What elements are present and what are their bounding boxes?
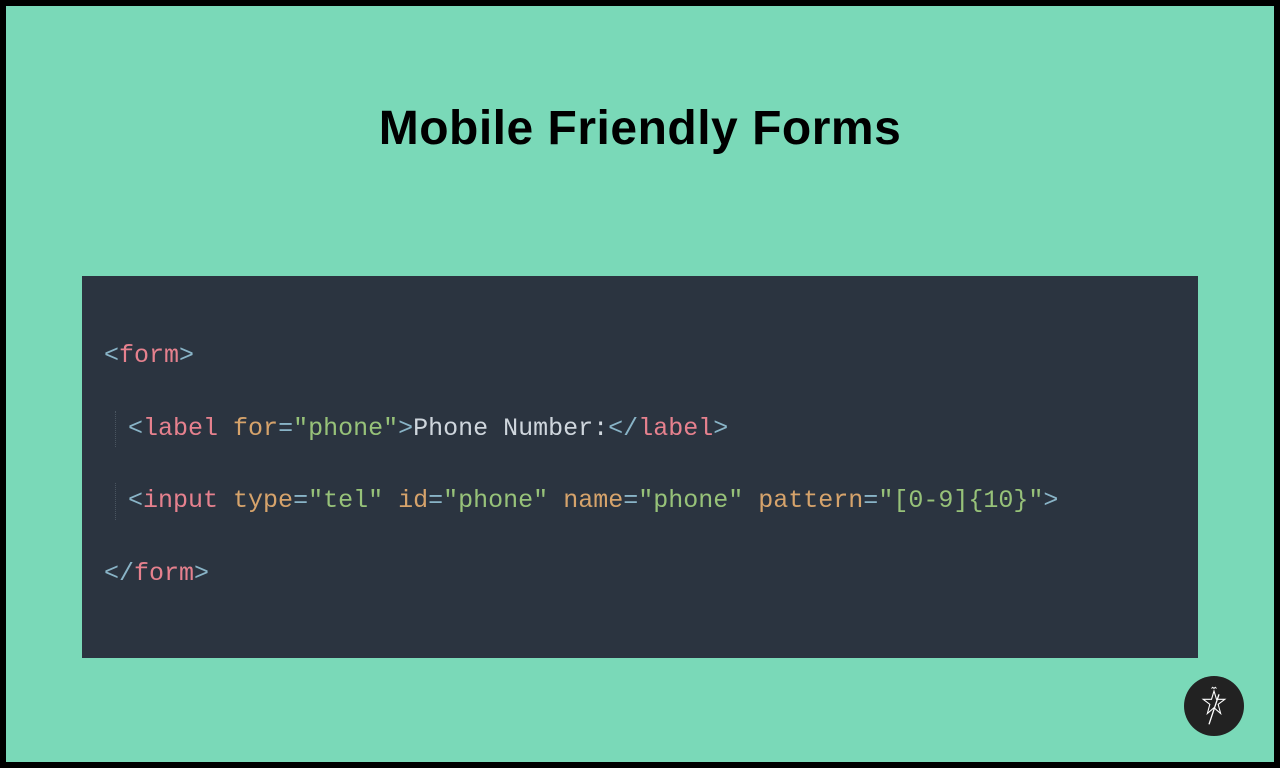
attr-type: type (233, 486, 293, 515)
star-slash-icon (1197, 686, 1231, 726)
label-text: Phone Number: (413, 414, 608, 443)
tag-form: form (119, 341, 179, 370)
tag-label: label (143, 414, 218, 443)
tag-input: input (143, 486, 218, 515)
logo-badge (1184, 676, 1244, 736)
code-line-3: <input type="tel" id="phone" name="phone… (104, 483, 1176, 519)
code-line-4: </form> (104, 556, 1176, 592)
slide-title: Mobile Friendly Forms (6, 101, 1274, 156)
angle-close: > (179, 341, 194, 370)
attr-pattern: pattern (758, 486, 863, 515)
val-tel: "tel" (308, 486, 383, 515)
attr-name: name (563, 486, 623, 515)
attr-id: id (398, 486, 428, 515)
angle-open: < (104, 341, 119, 370)
val-phone: "phone" (293, 414, 398, 443)
attr-for: for (233, 414, 278, 443)
angle-open: < (128, 414, 143, 443)
code-line-2: <label for="phone">Phone Number:</label> (104, 411, 1176, 447)
code-block: <form> <label for="phone">Phone Number:<… (82, 276, 1198, 658)
code-line-1: <form> (104, 338, 1176, 374)
val-pattern: "[0-9]{10}" (878, 486, 1043, 515)
